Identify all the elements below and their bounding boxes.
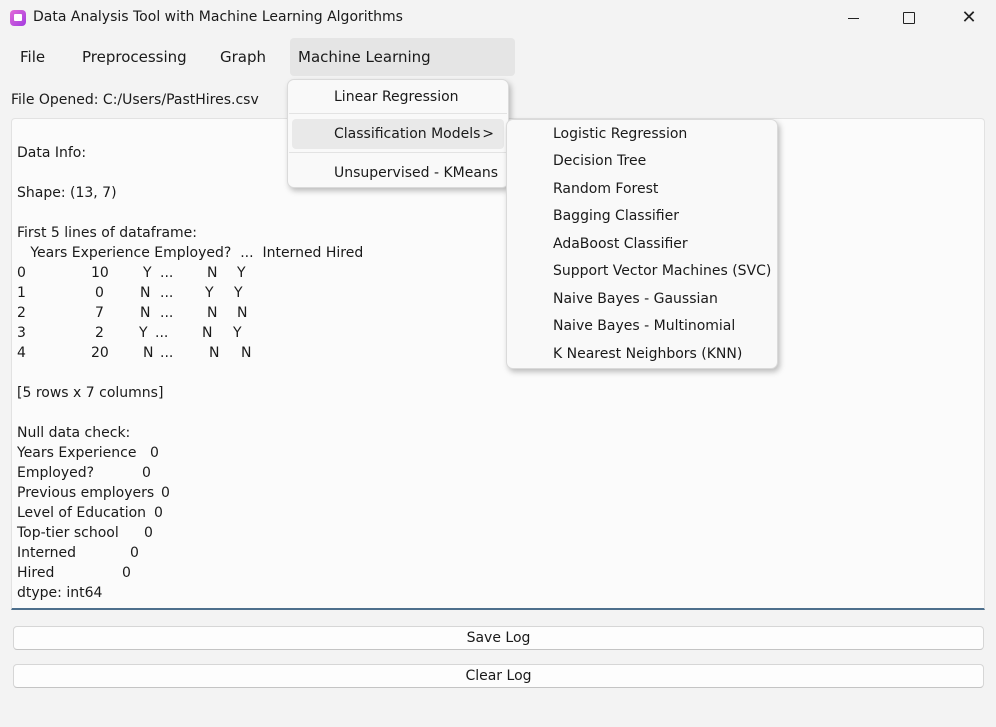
cell-employed: N	[140, 305, 151, 321]
clear-log-button[interactable]: Clear Log	[13, 664, 984, 688]
null-count: 0	[122, 565, 131, 581]
chevron-right-icon: >	[482, 126, 494, 142]
null-label: Previous employers	[17, 485, 155, 501]
menu-item-naive-bayes-gaussian[interactable]: Naive Bayes - Gaussian	[553, 291, 718, 307]
menu-preprocessing[interactable]: Preprocessing	[74, 38, 195, 76]
cell-dots: ...	[155, 325, 169, 341]
ml-dropdown-menu: Linear Regression Classification Models …	[287, 79, 509, 188]
cell-hired: N	[237, 305, 248, 321]
row-index: 0	[17, 265, 26, 281]
menu-item-random-forest[interactable]: Random Forest	[553, 181, 658, 197]
title-bar: Data Analysis Tool with Machine Learning…	[0, 0, 996, 36]
menu-item-label: Linear Regression	[334, 89, 459, 105]
cell-dots: ...	[160, 345, 174, 361]
log-line: First 5 lines of dataframe:	[17, 225, 197, 241]
log-line: Null data check:	[17, 425, 131, 441]
cell-years: 2	[95, 325, 104, 341]
minimize-icon	[847, 17, 859, 19]
menu-item-bagging-classifier[interactable]: Bagging Classifier	[553, 208, 679, 224]
menu-ml-algorithms[interactable]: Machine Learning Algorithms	[290, 38, 515, 104]
minimize-button[interactable]	[830, 0, 876, 36]
log-line: Years Experience Employed? ... Interned …	[17, 245, 364, 261]
classification-submenu: Logistic Regression Decision Tree Random…	[506, 119, 778, 369]
close-icon: ✕	[961, 7, 977, 28]
menubar: File Preprocessing Graph Machine Learnin…	[0, 38, 996, 104]
null-count: 0	[142, 465, 151, 481]
row-index: 4	[17, 345, 26, 361]
menu-item-decision-tree[interactable]: Decision Tree	[553, 153, 646, 169]
cell-interned: N	[202, 325, 213, 341]
null-label: Years Experience	[17, 445, 137, 461]
cell-hired: Y	[233, 325, 242, 341]
cell-interned: N	[209, 345, 220, 361]
null-label: Hired	[17, 565, 55, 581]
null-count: 0	[144, 525, 153, 541]
null-label: Employed?	[17, 465, 95, 481]
menu-item-adaboost-classifier[interactable]: AdaBoost Classifier	[553, 236, 688, 252]
cell-interned: N	[207, 265, 218, 281]
cell-interned: Y	[205, 285, 214, 301]
cell-years: 20	[91, 345, 109, 361]
cell-employed: N	[143, 345, 154, 361]
menu-item-logistic-regression[interactable]: Logistic Regression	[553, 126, 687, 142]
cell-hired: Y	[234, 285, 243, 301]
cell-hired: N	[241, 345, 252, 361]
cell-dots: ...	[160, 305, 174, 321]
null-count: 0	[161, 485, 170, 501]
menu-item-kmeans[interactable]: Unsupervised - KMeans	[292, 158, 504, 188]
cell-hired: Y	[237, 265, 246, 281]
cell-dots: ...	[160, 265, 174, 281]
menu-separator	[289, 152, 507, 153]
menu-item-naive-bayes-multinomial[interactable]: Naive Bayes - Multinomial	[553, 318, 735, 334]
menu-item-label: Classification Models	[334, 126, 481, 142]
null-label: Interned	[17, 545, 76, 561]
menu-item-label: Unsupervised - KMeans	[334, 165, 499, 181]
menu-item-classification-models[interactable]: Classification Models >	[292, 119, 504, 149]
cell-years: 7	[95, 305, 104, 321]
app-icon	[10, 10, 26, 26]
window-title: Data Analysis Tool with Machine Learning…	[33, 9, 403, 25]
log-line: dtype: int64	[17, 585, 103, 601]
row-index: 1	[17, 285, 26, 301]
cell-interned: N	[207, 305, 218, 321]
log-line: Data Info:	[17, 145, 87, 161]
cell-employed: Y	[143, 265, 152, 281]
menu-file[interactable]: File	[12, 38, 53, 76]
menu-item-knn[interactable]: K Nearest Neighbors (KNN)	[553, 346, 742, 362]
cell-dots: ...	[160, 285, 174, 301]
null-count: 0	[130, 545, 139, 561]
menu-graph[interactable]: Graph	[212, 38, 274, 76]
log-textarea[interactable]: Data Info: Shape: (13, 7) First 5 lines …	[11, 118, 985, 610]
maximize-button[interactable]	[886, 0, 932, 36]
save-log-button[interactable]: Save Log	[13, 626, 984, 650]
null-count: 0	[150, 445, 159, 461]
menu-separator	[289, 113, 507, 114]
maximize-icon	[903, 12, 915, 24]
cell-years: 0	[95, 285, 104, 301]
menu-item-svc[interactable]: Support Vector Machines (SVC)	[553, 263, 771, 279]
log-line: Shape: (13, 7)	[17, 185, 117, 201]
null-count: 0	[154, 505, 163, 521]
cell-years: 10	[91, 265, 109, 281]
menu-item-linear-regression[interactable]: Linear Regression	[292, 82, 504, 112]
row-index: 3	[17, 325, 26, 341]
null-label: Level of Education	[17, 505, 147, 521]
cell-employed: N	[140, 285, 151, 301]
row-index: 2	[17, 305, 26, 321]
file-opened-label: File Opened: C:/Users/PastHires.csv	[11, 92, 259, 108]
close-button[interactable]: ✕	[946, 0, 992, 36]
cell-employed: Y	[139, 325, 148, 341]
log-line: [5 rows x 7 columns]	[17, 385, 164, 401]
null-label: Top-tier school	[17, 525, 119, 541]
